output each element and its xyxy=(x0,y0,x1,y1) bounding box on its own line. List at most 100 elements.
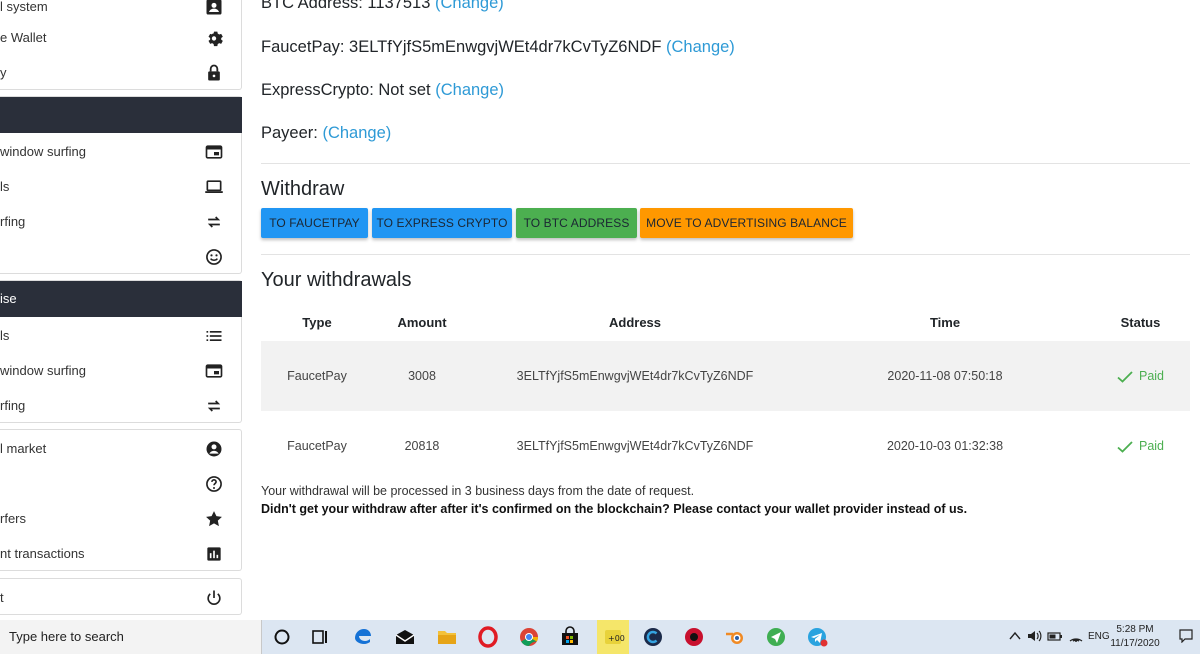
sidebar-item-label: y xyxy=(0,65,7,80)
sidebar-item-label: window surfing xyxy=(0,144,86,159)
laptop-icon xyxy=(204,177,224,197)
wallet-provider-warning: Didn't get your withdraw after after it'… xyxy=(261,502,968,516)
browser-window-icon xyxy=(204,142,224,162)
sidebar-item-label: nt transactions xyxy=(0,546,85,561)
btc-address-line: BTC Address: 1137513 (Change) xyxy=(261,0,504,13)
table-row: FaucetPay 3008 3ELTfYjfS5mEnwgvjWEt4dr7k… xyxy=(261,341,1190,411)
sidebar-item-transactions[interactable]: nt transactions xyxy=(0,536,242,571)
expresscrypto-change-link[interactable]: (Change) xyxy=(435,81,504,99)
sidebar-item-referrers[interactable]: rfers xyxy=(0,501,242,536)
smiley-icon xyxy=(204,247,224,267)
sidebar-item-logout[interactable]: t xyxy=(0,580,242,615)
sidebar-item-label: l market xyxy=(0,441,47,456)
brave-icon[interactable] xyxy=(682,625,708,649)
notification-icon[interactable] xyxy=(1178,620,1194,654)
move-to-advertising-balance-button[interactable]: MOVE TO ADVERTISING BALANCE xyxy=(640,208,853,238)
check-icon xyxy=(1117,371,1133,383)
sidebar-item-ad-list[interactable]: ls xyxy=(0,318,242,353)
app-yellow-icon[interactable]: +00 xyxy=(597,620,629,654)
to-faucetpay-button[interactable]: TO FAUCETPAY xyxy=(261,208,368,238)
sidebar-item-label: t xyxy=(0,590,4,605)
sidebar-item-label: ls xyxy=(0,179,10,194)
column-header-time: Time xyxy=(929,314,961,330)
expresscrypto-address-line: ExpressCrypto: Not set (Change) xyxy=(261,81,504,100)
sidebar-group-advertise: ise ls window surfing rfing xyxy=(0,280,242,423)
edge-icon[interactable] xyxy=(351,625,377,649)
sidebar-item-ad-window-surfing[interactable]: window surfing xyxy=(0,353,242,388)
cell-status: Paid xyxy=(1091,411,1190,481)
repeat-arrows-icon xyxy=(204,396,224,416)
btc-change-link[interactable]: (Change) xyxy=(435,0,504,12)
taskbar-search-box[interactable]: Type here to search xyxy=(0,620,262,654)
cell-time: 2020-11-08 07:50:18 xyxy=(799,341,1091,411)
sidebar-item-window-surfing[interactable]: window surfing xyxy=(0,134,242,169)
sidebar: l system e Wallet y window surfing ls rf… xyxy=(0,0,242,620)
sidebar-item-ad-surfing[interactable]: rfing xyxy=(0,388,242,423)
repeat-arrows-icon xyxy=(204,212,224,232)
file-explorer-icon[interactable] xyxy=(435,625,461,649)
column-header-address: Address xyxy=(608,314,662,330)
power-icon xyxy=(204,588,224,608)
language-indicator[interactable]: ENG xyxy=(1088,620,1110,654)
withdrawals-table: Type Amount Address Time Status FaucetPa… xyxy=(261,303,1190,481)
sidebar-item-market[interactable]: l market xyxy=(0,431,242,466)
cell-address: 3ELTfYjfS5mEnwgvjWEt4dr7kCvTyZ6NDF xyxy=(471,411,799,481)
tray-chevron-icon[interactable] xyxy=(1009,620,1021,654)
your-withdrawals-heading: Your withdrawals xyxy=(261,269,412,291)
cell-type: FaucetPay xyxy=(261,341,373,411)
faucetpay-change-link[interactable]: (Change) xyxy=(666,38,735,56)
volume-icon[interactable] xyxy=(1027,620,1043,654)
sidebar-item-label: rfers xyxy=(0,511,26,526)
sidebar-item-wallet[interactable]: e Wallet xyxy=(0,20,242,55)
sidebar-group-logout: t xyxy=(0,578,242,615)
sidebar-item-ads[interactable]: ls xyxy=(0,169,242,204)
account-box-icon xyxy=(204,0,224,17)
star-icon xyxy=(204,509,224,529)
payeer-change-link[interactable]: (Change) xyxy=(322,124,391,142)
sidebar-section-header xyxy=(0,97,242,133)
column-header-status: Status xyxy=(1120,314,1161,330)
clock-date: 11/17/2020 xyxy=(1110,638,1160,649)
opera-icon[interactable] xyxy=(476,625,502,649)
sidebar-item-security[interactable]: y xyxy=(0,55,242,90)
sidebar-item-label: window surfing xyxy=(0,363,86,378)
cell-type: FaucetPay xyxy=(261,411,373,481)
mail-icon[interactable] xyxy=(393,625,419,649)
chrome-icon[interactable] xyxy=(517,625,543,649)
table-header-row: Type Amount Address Time Status xyxy=(261,303,1190,341)
check-icon xyxy=(1117,441,1133,453)
faucetpay-address-line: FaucetPay: 3ELTfYjfS5mEnwgvjWEt4dr7kCvTy… xyxy=(261,38,735,57)
sidebar-group-account: l system e Wallet y xyxy=(0,0,242,90)
column-header-type: Type xyxy=(302,314,332,330)
to-btc-address-button[interactable]: TO BTC ADDRESS xyxy=(516,208,637,238)
sidebar-item-help[interactable] xyxy=(0,466,242,501)
cell-amount: 3008 xyxy=(373,341,471,411)
to-express-crypto-button[interactable]: TO EXPRESS CRYPTO xyxy=(372,208,512,238)
task-view-icon[interactable] xyxy=(308,625,334,649)
sidebar-section-header-advertise: ise xyxy=(0,281,242,317)
system-clock[interactable]: 5:28 PM 11/17/2020 xyxy=(1110,623,1160,651)
store-icon[interactable] xyxy=(558,625,584,649)
clock-time: 5:28 PM xyxy=(1116,624,1154,635)
sidebar-item-label: rfing xyxy=(0,398,26,413)
bar-chart-icon xyxy=(204,544,224,564)
cell-time: 2020-10-03 01:32:38 xyxy=(799,411,1091,481)
cell-status: Paid xyxy=(1091,341,1190,411)
battery-icon[interactable] xyxy=(1047,620,1063,654)
main-content: BTC Address: 1137513 (Change) FaucetPay:… xyxy=(261,0,1191,620)
status-badge: Paid xyxy=(1138,369,1165,383)
browser-window-icon xyxy=(204,361,224,381)
blender-icon[interactable] xyxy=(723,625,749,649)
maps-icon[interactable] xyxy=(764,625,790,649)
sidebar-item-smiley[interactable] xyxy=(0,239,242,274)
list-icon xyxy=(204,326,224,346)
cortana-icon[interactable] xyxy=(270,625,296,649)
sidebar-item-surfing[interactable]: rfing xyxy=(0,204,242,239)
telegram-icon[interactable] xyxy=(805,625,831,649)
ccleaner-icon[interactable] xyxy=(641,625,667,649)
payeer-address-line: Payeer: (Change) xyxy=(261,124,391,143)
processing-note: Your withdrawal will be processed in 3 b… xyxy=(261,484,695,498)
divider xyxy=(261,254,1190,255)
lock-icon xyxy=(204,63,224,83)
wifi-icon[interactable] xyxy=(1068,620,1084,654)
